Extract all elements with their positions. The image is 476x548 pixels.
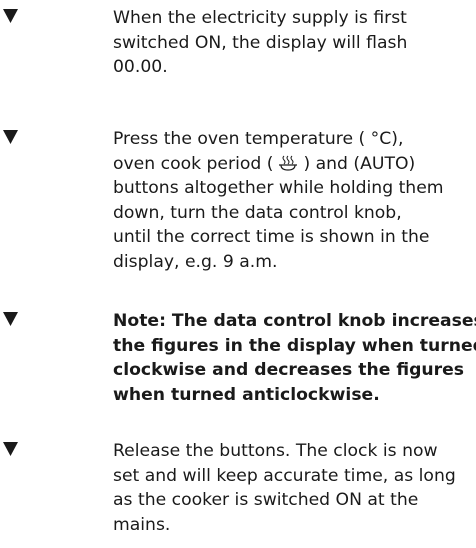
instruction-text: Press the oven temperature ( °C), oven c…: [113, 127, 475, 274]
instruction-line: when turned anticlockwise.: [113, 384, 380, 405]
oven-cook-period-prefix: oven cook period (: [113, 153, 274, 174]
triangle-down-icon: [3, 130, 18, 144]
triangle-down-icon: [3, 9, 18, 23]
triangle-down-icon: [3, 312, 18, 326]
instruction-text: Note: The data control knob increases th…: [113, 309, 476, 407]
instruction-line: When the electricity supply is first: [113, 8, 407, 28]
instruction-document: When the electricity supply is first swi…: [0, 0, 476, 548]
instruction-line: Press the oven temperature ( °C),: [113, 129, 404, 149]
steam-pot-icon: [279, 155, 298, 171]
instruction-line: mains.: [113, 514, 171, 535]
instruction-text: When the electricity supply is first swi…: [113, 6, 475, 80]
instruction-line: oven cook period ( ) and (AUTO): [113, 152, 475, 177]
instruction-line: Release the buttons. The clock is now: [113, 441, 438, 461]
instruction-line: set and will keep accurate time, as long: [113, 465, 456, 486]
instruction-line: until the correct time is shown in the: [113, 227, 430, 247]
instruction-text: Release the buttons. The clock is now se…: [113, 439, 475, 537]
instruction-line: buttons altogether while holding them: [113, 178, 444, 198]
instruction-line: display, e.g. 9 a.m.: [113, 251, 278, 272]
triangle-down-icon: [3, 442, 18, 456]
instruction-line: clockwise and decreases the figures: [113, 360, 464, 380]
oven-cook-period-suffix: ) and (AUTO): [303, 153, 416, 174]
instruction-line: 00.00.: [113, 57, 168, 77]
instruction-line: the figures in the display when turned: [113, 335, 476, 356]
instruction-line: switched ON, the display will flash: [113, 32, 408, 53]
instruction-line: as the cooker is switched ON at the: [113, 490, 419, 510]
instruction-line: down, turn the data control knob,: [113, 202, 402, 223]
instruction-line: Note: The data control knob increases: [113, 311, 476, 331]
